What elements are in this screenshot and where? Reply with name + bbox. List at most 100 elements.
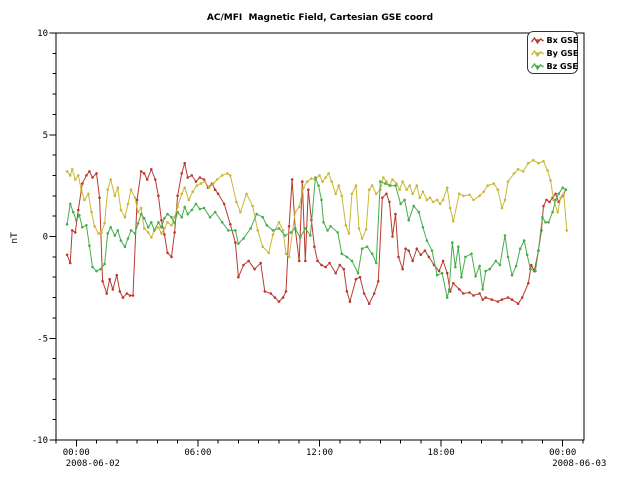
- data-point: [214, 188, 217, 191]
- x-tick-label: 06:00: [184, 448, 211, 458]
- data-point: [334, 272, 337, 275]
- data-point: [313, 245, 316, 248]
- data-point: [438, 270, 441, 273]
- data-point: [191, 174, 194, 177]
- data-point: [186, 176, 189, 179]
- data-point: [403, 199, 406, 202]
- magnetic-field-chart: AC/MFI Magnetic Field, Cartesian GSE coo…: [0, 0, 640, 480]
- data-point: [195, 203, 198, 206]
- data-point: [377, 280, 380, 283]
- data-point: [270, 292, 273, 295]
- data-point: [180, 216, 183, 219]
- data-point: [77, 174, 80, 177]
- data-point: [140, 170, 143, 173]
- data-point: [495, 260, 498, 263]
- data-point: [150, 168, 153, 171]
- data-point: [235, 201, 238, 204]
- data-point: [557, 193, 560, 196]
- data-point: [95, 270, 98, 273]
- data-point: [526, 254, 529, 257]
- data-point: [117, 229, 120, 232]
- data-point: [302, 186, 305, 189]
- legend-label: Bz GSE: [547, 62, 578, 71]
- data-point: [284, 234, 287, 237]
- legend-swatch-marker: [536, 39, 539, 42]
- data-point: [316, 260, 319, 263]
- data-point: [561, 186, 564, 189]
- data-point: [109, 226, 112, 229]
- data-point: [183, 206, 186, 209]
- x-tick-label: 00:00: [549, 448, 576, 458]
- data-point: [321, 180, 324, 183]
- data-point: [398, 188, 401, 191]
- data-point: [371, 184, 374, 187]
- data-point: [188, 199, 191, 202]
- data-point: [251, 205, 254, 208]
- data-point: [404, 247, 407, 250]
- data-point: [234, 241, 237, 244]
- data-point: [214, 211, 217, 214]
- data-point: [264, 290, 267, 293]
- data-point: [442, 260, 445, 263]
- data-point: [66, 254, 69, 257]
- data-point: [103, 222, 106, 225]
- data-point: [355, 278, 358, 281]
- data-point: [324, 266, 327, 269]
- data-point: [83, 199, 86, 202]
- data-point: [85, 174, 88, 177]
- data-point: [97, 232, 100, 235]
- data-point: [192, 190, 195, 193]
- data-point: [368, 188, 371, 191]
- data-point: [81, 182, 84, 185]
- data-point: [114, 195, 117, 198]
- data-point: [170, 256, 173, 259]
- data-point: [549, 179, 552, 182]
- data-point: [163, 227, 166, 230]
- data-point: [361, 247, 364, 250]
- data-point: [309, 234, 312, 237]
- data-point: [416, 184, 419, 187]
- data-point: [69, 262, 72, 265]
- data-point: [143, 172, 146, 175]
- data-point: [176, 195, 179, 198]
- data-point: [517, 302, 520, 305]
- data-point: [566, 229, 569, 232]
- legend-swatch-marker: [536, 65, 539, 68]
- data-point: [416, 247, 419, 250]
- data-point: [242, 237, 245, 240]
- data-point: [71, 168, 74, 171]
- data-point: [290, 231, 293, 234]
- data-point: [357, 272, 360, 275]
- data-point: [134, 232, 137, 235]
- data-point: [341, 195, 344, 198]
- data-point: [530, 264, 533, 267]
- data-point: [405, 188, 408, 191]
- data-point: [166, 221, 169, 224]
- data-point: [166, 252, 169, 255]
- data-point: [140, 213, 143, 216]
- data-point: [551, 211, 554, 214]
- data-point: [544, 221, 547, 224]
- data-point: [389, 184, 392, 187]
- data-point: [382, 176, 385, 179]
- data-point: [484, 296, 487, 299]
- data-point: [157, 221, 160, 224]
- legend-swatch-marker: [536, 52, 539, 55]
- data-point: [537, 162, 540, 165]
- data-point: [379, 180, 382, 183]
- data-point: [191, 209, 194, 212]
- data-point: [426, 239, 429, 242]
- data-point: [314, 176, 317, 179]
- data-point: [203, 207, 206, 210]
- data-point: [72, 211, 75, 214]
- data-point: [285, 253, 288, 256]
- legend-label: By GSE: [547, 49, 579, 58]
- data-point: [247, 260, 250, 263]
- x-tick-label: 18:00: [428, 448, 455, 458]
- data-point: [176, 206, 179, 209]
- data-point: [449, 207, 452, 210]
- data-point: [523, 239, 526, 242]
- data-point: [140, 207, 143, 210]
- data-point: [124, 216, 127, 219]
- data-point: [221, 221, 224, 224]
